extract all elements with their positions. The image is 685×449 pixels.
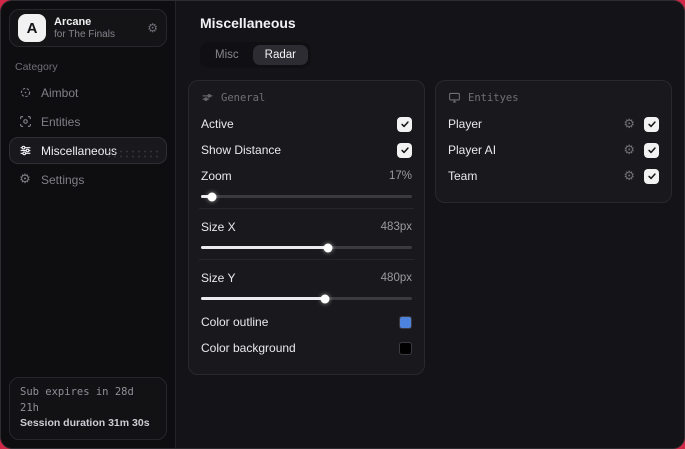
entity-label: Team [448,169,478,183]
app-window: A Arcane for The Finals ⚙ Category Aimbo… [0,0,685,449]
sidebar: A Arcane for The Finals ⚙ Category Aimbo… [1,1,176,448]
size-y-slider-thumb[interactable] [320,294,330,303]
color-background-swatch[interactable] [399,341,412,355]
sidebar-item-aimbot[interactable]: Aimbot [9,79,167,106]
slider-row-size-x: Size X 483px [201,215,412,239]
player-gear-icon[interactable]: ⚙ [623,117,635,132]
slider-label: Size X [201,220,236,234]
size-y-value: 480px [380,272,412,284]
color-outline-swatch[interactable] [399,315,412,329]
entity-label: Player AI [448,143,497,157]
entity-label: Player [448,117,483,131]
scan-icon [18,115,32,129]
brand-text: Arcane for The Finals [54,16,139,40]
sub-expiry-text: Sub expires in 28d 21h [20,385,134,414]
slider-row-zoom: Zoom 17% [201,164,412,188]
slider-fill [201,246,328,249]
player-checkbox[interactable] [644,116,659,132]
team-checkbox[interactable] [644,168,659,184]
check-icon [647,173,656,180]
session-duration-text: Session duration 31m 30s [20,417,150,430]
brand-gear-icon[interactable]: ⚙ [147,21,158,35]
color-row-background: Color background [201,336,412,360]
sidebar-item-entities[interactable]: Entities [9,108,167,135]
crosshair-icon [18,86,32,100]
player-ai-checkbox[interactable] [644,142,659,158]
dots-decoration [106,149,158,159]
brand-card: A Arcane for The Finals ⚙ [9,9,167,47]
general-panel-title: General [221,91,266,104]
team-gear-icon[interactable]: ⚙ [623,169,635,184]
entity-controls: ⚙ [623,116,659,132]
show-distance-checkbox[interactable] [397,142,412,158]
active-checkbox[interactable] [397,116,412,132]
main-content: Miscellaneous Misc Radar General Active [176,1,684,448]
slider-row-size-y: Size Y 480px [201,266,412,290]
check-icon [400,147,409,154]
sidebar-item-label: Settings [41,172,85,187]
entity-row-player-ai: Player AI ⚙ [448,138,659,162]
toggle-label: Active [201,117,234,131]
color-label: Color outline [201,315,269,329]
check-icon [647,147,656,154]
check-icon [647,121,656,128]
slider-label: Size Y [201,271,236,285]
toggle-row-show-distance: Show Distance [201,138,412,162]
gear-icon: ⚙ [19,172,31,187]
entities-panel: Entityes Player ⚙ Player AI ⚙ Team ⚙ [435,80,672,203]
entities-panel-title: Entityes [468,91,519,104]
sidebar-item-label: Entities [41,114,81,129]
player-ai-gear-icon[interactable]: ⚙ [623,143,635,158]
general-panel: General Active Show Distance Zoom 17% Si… [188,80,425,375]
tab-misc[interactable]: Misc [203,45,251,65]
size-y-slider[interactable] [201,294,412,303]
toggle-label: Show Distance [201,143,282,157]
entities-panel-header: Entityes [448,91,659,104]
panels-row: General Active Show Distance Zoom 17% Si… [188,80,674,375]
size-x-value: 483px [380,221,412,233]
tab-bar: Misc Radar [200,42,311,68]
color-label: Color background [201,341,296,355]
zoom-value: 17% [388,170,412,182]
zoom-slider[interactable] [201,192,412,201]
slider-fill [201,297,326,300]
slider-label: Zoom [201,169,232,183]
brand-logo: A [18,14,46,42]
sidebar-nav: Aimbot Entities Miscellaneous ⚙ Settings [9,79,167,193]
sidebar-item-miscellaneous[interactable]: Miscellaneous [9,137,167,164]
page-title: Miscellaneous [200,15,296,31]
entity-controls: ⚙ [623,168,659,184]
divider [199,259,414,260]
entity-row-team: Team ⚙ [448,164,659,188]
category-label: Category [15,61,58,73]
general-panel-header: General [201,91,412,104]
toggle-row-active: Active [201,112,412,136]
tab-radar[interactable]: Radar [252,45,308,65]
divider [199,208,414,209]
brand-title: Arcane [54,15,92,28]
check-icon [400,121,409,128]
size-x-slider-thumb[interactable] [323,243,333,252]
size-x-slider[interactable] [201,243,412,252]
sidebar-item-label: Aimbot [41,85,79,100]
subscription-card: Sub expires in 28d 21h Session duration … [9,376,167,440]
color-row-outline: Color outline [201,310,412,334]
window-sliders-icon [202,94,213,101]
entity-controls: ⚙ [623,142,659,158]
zoom-slider-thumb[interactable] [207,192,217,201]
entity-row-player: Player ⚙ [448,112,659,136]
sliders-icon [18,144,32,158]
sidebar-item-settings[interactable]: ⚙ Settings [9,166,167,193]
brand-subtitle: for The Finals [54,28,115,40]
monitor-icon [449,92,460,103]
